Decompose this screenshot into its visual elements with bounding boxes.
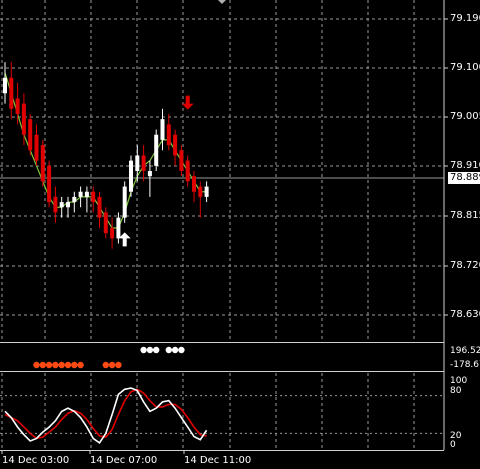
sell-dot [58, 361, 65, 369]
bull-candle [129, 160, 133, 192]
sell-dot [33, 361, 40, 369]
bear-candle [103, 212, 108, 234]
arrow-up-icon [118, 232, 131, 247]
bull-candle [135, 155, 140, 171]
chart-shift-marker [218, 0, 226, 4]
sell-dot [115, 361, 122, 369]
buy-dot [146, 346, 154, 354]
bear-candle [198, 186, 203, 197]
bear-candle [173, 134, 178, 156]
bull-candle [116, 217, 121, 239]
bull-candle [160, 119, 165, 140]
bear-candle [192, 176, 196, 192]
buy-dot [171, 346, 179, 354]
sell-dot [102, 361, 110, 369]
indicator-max-label: 196.52 [450, 346, 480, 356]
price-label: 79.190 [450, 13, 480, 24]
bull-candle [84, 191, 89, 197]
stoch-level-label: 0 [450, 440, 456, 450]
stoch-level-label: 80 [450, 386, 462, 396]
bear-candle [97, 196, 102, 218]
bear-candle [179, 150, 184, 171]
bull-candle [122, 186, 127, 218]
price-label: 78.630 [450, 309, 480, 320]
price-label: 78.815 [450, 210, 480, 221]
bull-candle [72, 196, 77, 203]
price-label: 78.720 [450, 260, 480, 271]
bear-candle [28, 119, 33, 151]
price-label: 78.910 [450, 160, 480, 171]
bull-candle [59, 202, 64, 208]
bear-candle [166, 124, 171, 146]
bear-candle [47, 165, 52, 203]
bear-candle [21, 103, 26, 135]
bull-candle [3, 77, 7, 94]
chart-canvas[interactable] [0, 0, 480, 469]
bear-candle [110, 228, 115, 239]
bull-candle [78, 191, 83, 197]
sell-dot [45, 361, 53, 369]
sell-dot [64, 361, 72, 369]
price-label: 79.005 [450, 111, 480, 122]
bull-candle [66, 202, 70, 208]
bear-candle [185, 160, 190, 182]
time-label: 14 Dec 03:00 [2, 455, 70, 466]
sell-dot [39, 361, 46, 369]
bear-candle [91, 191, 96, 203]
stochastic-main-line [4, 387, 208, 444]
sell-dot [71, 361, 78, 369]
sell-dot [108, 361, 116, 369]
stoch-level-label: 100 [450, 376, 468, 386]
time-label: 14 Dec 11:00 [184, 455, 252, 466]
sell-dot [77, 361, 84, 369]
bull-candle [154, 134, 159, 166]
bear-candle [15, 98, 20, 114]
buy-dot [165, 346, 172, 354]
bull-candle [147, 171, 152, 177]
buy-dot [178, 346, 185, 354]
bull-candle [204, 186, 209, 197]
buy-dot [153, 346, 160, 354]
bear-candle [9, 77, 14, 109]
bear-candle [141, 155, 146, 171]
sell-dot [52, 361, 59, 369]
indicator-min-label: -178.67 [450, 360, 480, 370]
current-price-label: 78.889 [448, 172, 480, 184]
bear-candle [53, 196, 58, 213]
price-label: 79.100 [450, 62, 480, 73]
time-label: 14 Dec 07:00 [90, 455, 158, 466]
bear-candle [40, 145, 45, 182]
bear-candle [34, 134, 39, 161]
buy-dot [140, 346, 147, 354]
chart-window[interactable]: 79.190 79.100 79.005 78.910 78.889 78.81… [0, 0, 480, 469]
